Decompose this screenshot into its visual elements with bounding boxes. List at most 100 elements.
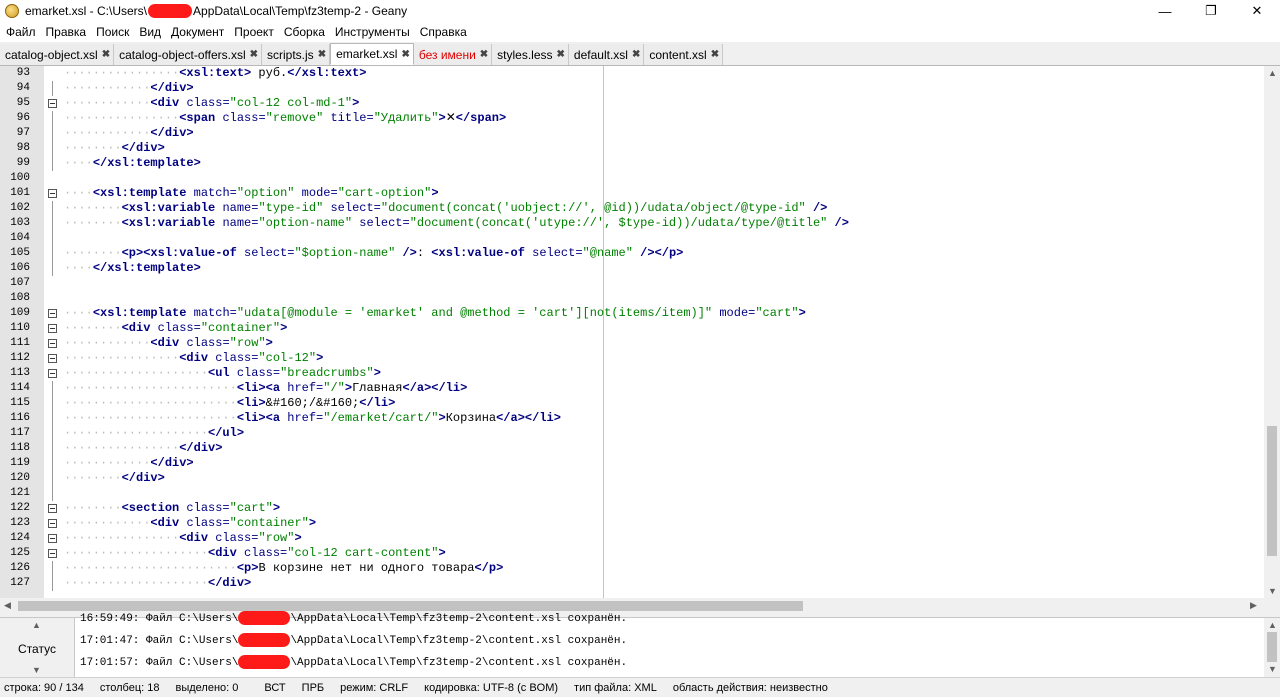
fold-toggle-icon[interactable] (48, 519, 57, 528)
code-token: "container" (200, 321, 281, 335)
message-suffix: \AppData\Local\Temp\fz3temp-2\content.xs… (290, 635, 628, 647)
menu-document[interactable]: Документ (166, 25, 229, 39)
code-token: </div> (208, 576, 252, 590)
indent-guide: ············ (64, 81, 151, 95)
menu-view[interactable]: Вид (134, 25, 166, 39)
fold-toggle-icon[interactable] (48, 339, 57, 348)
close-button[interactable]: ✕ (1234, 0, 1280, 22)
maximize-button[interactable]: ❐ (1188, 0, 1234, 22)
fold-guide (52, 441, 53, 456)
line-number: 119 (10, 457, 30, 469)
code-editor[interactable]: 93 ················<xsl:text> руб.</xsl:t… (0, 66, 1264, 598)
tab-scroll-up-icon[interactable]: ▲ (32, 620, 41, 630)
fold-toggle-icon[interactable] (48, 189, 57, 198)
line-number: 95 (16, 97, 30, 109)
tab-scroll-down-icon[interactable]: ▼ (32, 665, 41, 675)
indent-guide: ········ (64, 141, 122, 155)
code-token: "@name" (582, 246, 633, 260)
tab-close-icon[interactable]: ✖ (318, 49, 326, 60)
tab-close-icon[interactable]: ✖ (401, 49, 409, 60)
fold-guide (52, 561, 53, 576)
code-token: "type-id" (258, 201, 324, 215)
menu-tools[interactable]: Инструменты (330, 25, 415, 39)
indent-guide: ········ (64, 201, 122, 215)
vertical-scrollbar[interactable]: ▲ ▼ (1264, 66, 1280, 598)
tab-close-icon[interactable]: ✖ (102, 49, 110, 60)
line-number: 120 (10, 472, 30, 484)
tab-close-icon[interactable]: ✖ (557, 49, 565, 60)
menu-project[interactable]: Проект (229, 25, 279, 39)
minimize-button[interactable]: — (1142, 0, 1188, 22)
message-prefix: 17:01:47: Файл C:\Users\ (80, 635, 239, 647)
scroll-down-icon[interactable]: ▼ (1268, 586, 1277, 596)
code-token: "breadcrumbs" (280, 366, 374, 380)
scroll-left-icon[interactable]: ◀ (4, 600, 11, 611)
document-tab[interactable]: без имени ✖ (413, 44, 493, 65)
document-tab[interactable]: catalog-object-offers.xsl ✖ (114, 44, 263, 65)
code-token: "option" (236, 186, 295, 200)
msg-scroll-up-icon[interactable]: ▲ (1268, 620, 1277, 630)
fold-toggle-icon[interactable] (48, 549, 57, 558)
window-title: emarket.xsl - C:\Users\ AppData\Local\Tem… (25, 3, 408, 19)
indent-guide: ···················· (64, 426, 209, 440)
line-number: 114 (10, 382, 30, 394)
code-token: <div (150, 96, 187, 110)
status-tab[interactable]: ▲ Статус ▼ (0, 618, 75, 678)
fold-toggle-icon[interactable] (48, 99, 57, 108)
code-token: : (416, 246, 432, 260)
status-line: строка: 90 / 134 (4, 681, 84, 694)
line-number: 105 (10, 247, 30, 259)
tab-close-icon[interactable]: ✖ (250, 49, 258, 60)
menu-help[interactable]: Справка (415, 25, 472, 39)
fold-toggle-icon[interactable] (48, 354, 57, 363)
fold-guide (52, 231, 53, 246)
code-token: </li> (359, 396, 396, 410)
document-tab[interactable]: styles.less ✖ (492, 44, 569, 65)
status-tab-label: Статус (18, 642, 56, 656)
vertical-scroll-thumb[interactable] (1267, 426, 1277, 556)
code-text: ························<li><a href="/">… (64, 381, 467, 396)
menu-edit[interactable]: Правка (41, 25, 92, 39)
code-token: руб. (251, 66, 288, 80)
code-text: ············</div> (64, 126, 194, 141)
scroll-up-icon[interactable]: ▲ (1268, 68, 1277, 78)
document-tab[interactable]: default.xsl ✖ (568, 44, 645, 65)
tab-close-icon[interactable]: ✖ (480, 49, 488, 60)
fold-guide (52, 111, 53, 126)
fold-toggle-icon[interactable] (48, 309, 57, 318)
code-token: </div> (150, 81, 194, 95)
fold-toggle-icon[interactable] (48, 534, 57, 543)
document-tab[interactable]: scripts.js ✖ (262, 44, 331, 65)
fold-guide (52, 141, 53, 156)
document-tab[interactable]: content.xsl ✖ (644, 44, 724, 65)
code-token: > (438, 546, 446, 560)
code-token: name= (222, 201, 259, 215)
message-prefix: 16:59:49: Файл C:\Users\ (80, 613, 239, 625)
code-token: > (798, 306, 806, 320)
msg-scroll-thumb[interactable] (1267, 632, 1277, 662)
msg-scroll-down-icon[interactable]: ▼ (1268, 664, 1277, 674)
document-tab[interactable]: catalog-object.xsl ✖ (0, 44, 115, 65)
line-number: 123 (10, 517, 30, 529)
menu-build[interactable]: Сборка (279, 25, 330, 39)
code-text: ····<xsl:template match="option" mode="c… (64, 186, 439, 201)
fold-toggle-icon[interactable] (48, 504, 57, 513)
code-token: </span> (455, 111, 507, 125)
fold-toggle-icon[interactable] (48, 324, 57, 333)
code-token: </a></li> (496, 411, 561, 425)
message-scrollbar[interactable]: ▲ ▼ (1264, 618, 1280, 678)
menu-search[interactable]: Поиск (91, 25, 134, 39)
scroll-right-icon[interactable]: ▶ (1250, 600, 1257, 611)
code-token: /> (805, 201, 828, 215)
line-number: 109 (10, 307, 30, 319)
menu-file[interactable]: Файл (0, 25, 41, 39)
indent-guide: ············ (64, 516, 151, 530)
code-text: ············</div> (64, 81, 194, 96)
fold-toggle-icon[interactable] (48, 369, 57, 378)
tab-close-icon[interactable]: ✖ (711, 49, 719, 60)
document-tab[interactable]: emarket.xsl ✖ (330, 43, 414, 65)
line-number: 126 (10, 562, 30, 574)
code-text: ········<xsl:variable name="option-name"… (64, 216, 849, 231)
code-token: <div (150, 516, 187, 530)
tab-close-icon[interactable]: ✖ (632, 49, 640, 60)
